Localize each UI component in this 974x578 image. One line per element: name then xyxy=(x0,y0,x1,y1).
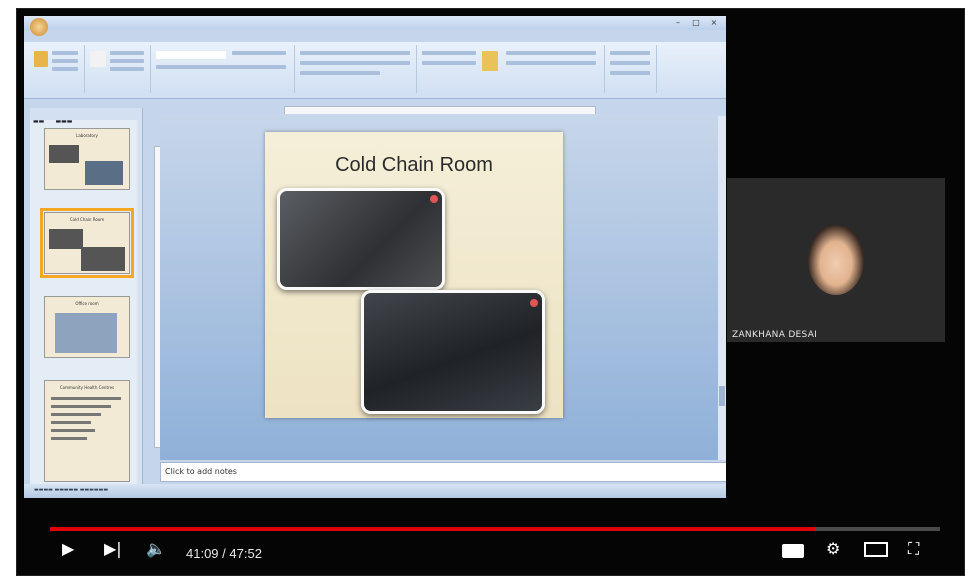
ribbon-group-clipboard[interactable] xyxy=(30,45,85,93)
thumbnail-title: Cold Chain Room xyxy=(69,217,105,222)
time-current: 41:09 xyxy=(186,546,219,561)
slide-thumbnail-selected[interactable]: Cold Chain Room xyxy=(40,208,134,278)
next-icon[interactable]: ▶| xyxy=(104,541,122,557)
notes-pane[interactable]: Click to add notes xyxy=(160,462,726,482)
ribbon-group-editing[interactable] xyxy=(606,45,657,93)
ribbon-group-font[interactable] xyxy=(152,45,295,93)
subtitles-icon[interactable] xyxy=(782,544,804,558)
time-display: 41:09 / 47:52 xyxy=(186,546,262,561)
participant-avatar xyxy=(808,225,864,295)
slide-photo-bottom[interactable] xyxy=(361,290,545,414)
time-separator: / xyxy=(218,546,230,561)
fullscreen-icon[interactable]: ⛶ xyxy=(908,541,919,557)
pane-tabs: ▬▬ ▬▬▬ xyxy=(30,108,142,125)
slides-pane: ▬▬ ▬▬▬ Laboratory Cold Chain Room Office… xyxy=(30,108,143,492)
photo-handle-icon[interactable] xyxy=(530,299,538,307)
current-slide[interactable]: Cold Chain Room xyxy=(265,132,563,418)
ribbon-group-paragraph[interactable] xyxy=(296,45,417,93)
photo-handle-icon[interactable] xyxy=(430,195,438,203)
slide-thumbnail[interactable]: Community Health Centres xyxy=(44,380,130,482)
notes-placeholder: Click to add notes xyxy=(165,467,237,476)
tab-slides[interactable]: ▬▬ xyxy=(33,118,44,125)
volume-icon[interactable]: 🔈 xyxy=(146,541,166,557)
tab-outline[interactable]: ▬▬▬ xyxy=(55,118,72,125)
pane-scrollbar[interactable] xyxy=(137,120,142,490)
participant-name: ZANKHANA DESAI xyxy=(732,330,818,340)
play-icon[interactable]: ▶ xyxy=(62,541,74,557)
ribbon-group-slides[interactable] xyxy=(86,45,151,93)
slide-thumbnail[interactable]: Office room xyxy=(44,296,130,358)
vertical-scrollbar[interactable] xyxy=(718,116,726,460)
slide-photo-top[interactable] xyxy=(277,188,445,290)
maximize-icon[interactable]: □ xyxy=(690,18,702,27)
thumbnail-image xyxy=(49,229,83,249)
thumbnail-image xyxy=(81,247,125,271)
minimize-icon[interactable]: – xyxy=(672,18,684,27)
miniplayer-icon[interactable] xyxy=(864,542,888,557)
window-title-bar: – □ × xyxy=(24,16,726,36)
status-bar: ▬▬▬▬ ▬▬▬▬▬ ▬▬▬▬▬▬ xyxy=(24,484,726,498)
thumbnail-image xyxy=(49,145,79,163)
slide-title: Cold Chain Room xyxy=(335,154,493,176)
office-button-icon[interactable] xyxy=(30,18,48,36)
ribbon xyxy=(24,42,726,99)
status-text: ▬▬▬▬ ▬▬▬▬▬ ▬▬▬▬▬▬ xyxy=(34,487,109,493)
thumbnail-image xyxy=(85,161,123,185)
scrollbar-thumb[interactable] xyxy=(719,386,725,406)
thumbnail-image xyxy=(55,313,117,353)
thumbnail-title: Community Health Centres xyxy=(59,385,115,390)
ribbon-tabs: ▬▬ ▬▬ ▬▬ ▬▬▬ ▬▬▬ ▬▬ ▬▬ xyxy=(54,30,216,47)
ribbon-group-drawing[interactable] xyxy=(418,45,605,93)
time-total: 47:52 xyxy=(229,546,262,561)
thumbnail-title: Office room xyxy=(75,301,99,306)
settings-icon[interactable]: ⚙ xyxy=(826,541,840,557)
thumbnail-title: Laboratory xyxy=(76,133,98,138)
slide-thumbnail[interactable]: Laboratory xyxy=(44,128,130,190)
close-icon[interactable]: × xyxy=(708,18,720,27)
progress-bar-fill xyxy=(50,527,815,531)
